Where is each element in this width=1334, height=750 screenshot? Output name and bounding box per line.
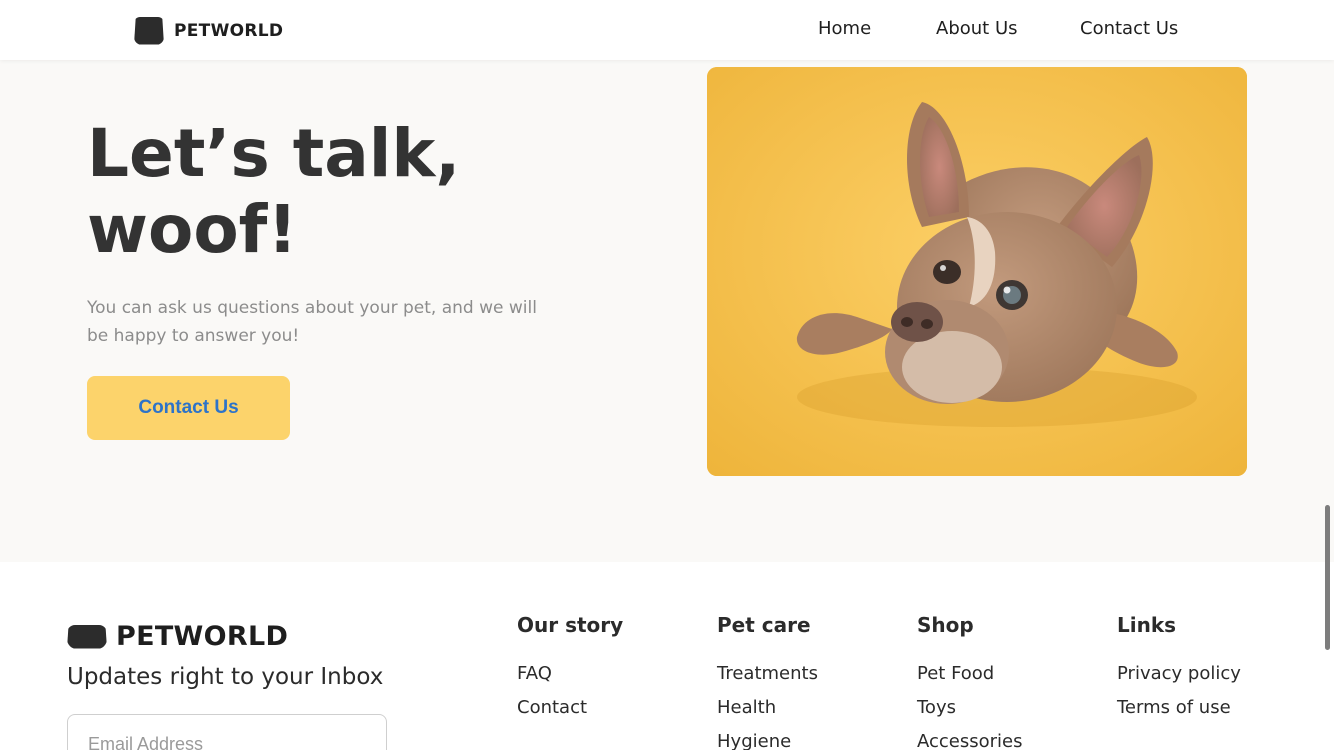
footer-column-title: Shop <box>917 613 974 637</box>
hero-section: Let’s talk, woof! You can ask us questio… <box>0 60 1334 562</box>
footer-brand-name: PETWORLD <box>116 621 289 652</box>
hero-title: Let’s talk, woof! <box>87 115 461 268</box>
scrollbar-thumb[interactable] <box>1325 505 1330 650</box>
footer-column-pet-care: Pet care Treatments Health Hygiene <box>717 613 818 750</box>
contact-us-button[interactable]: Contact Us <box>87 376 290 440</box>
footer-link-pet-food[interactable]: Pet Food <box>917 657 1023 691</box>
footer-column-our-story: Our story FAQ Contact <box>517 613 623 725</box>
hero-description: You can ask us questions about your pet,… <box>87 298 537 346</box>
footer-tagline: Updates right to your Inbox <box>67 664 384 690</box>
footer-link-treatments[interactable]: Treatments <box>717 657 818 691</box>
footer-column-title: Our story <box>517 613 624 637</box>
footer-column-shop: Shop Pet Food Toys Accessories <box>917 613 1023 750</box>
footer-link-list: FAQ Contact <box>517 657 623 725</box>
footer-link-terms-of-use[interactable]: Terms of use <box>1117 691 1241 725</box>
footer-link-toys[interactable]: Toys <box>917 691 1023 725</box>
nav-links: Home About Us Contact Us <box>0 18 1334 42</box>
footer-link-privacy-policy[interactable]: Privacy policy <box>1117 657 1241 691</box>
dog-illustration <box>707 67 1247 476</box>
footer-link-faq[interactable]: FAQ <box>517 657 623 691</box>
footer-link-contact[interactable]: Contact <box>517 691 623 725</box>
petworld-logo-icon <box>67 624 107 649</box>
footer-column-links: Links Privacy policy Terms of use <box>1117 613 1241 725</box>
footer-link-list: Privacy policy Terms of use <box>1117 657 1241 725</box>
footer-link-hygiene[interactable]: Hygiene <box>717 725 818 750</box>
email-address-input[interactable] <box>67 714 387 750</box>
footer-column-title: Links <box>1117 613 1177 637</box>
french-bulldog-photo <box>707 67 1247 476</box>
page-scrollbar[interactable] <box>1320 0 1334 750</box>
nav-link-home[interactable]: Home <box>818 18 871 39</box>
top-nav: PETWORLD Home About Us Contact Us <box>0 0 1334 60</box>
footer-link-health[interactable]: Health <box>717 691 818 725</box>
nav-link-about-us[interactable]: About Us <box>936 18 1018 39</box>
footer-brand[interactable]: PETWORLD <box>67 621 288 652</box>
footer-link-accessories[interactable]: Accessories <box>917 725 1023 750</box>
footer: PETWORLD Updates right to your Inbox Our… <box>0 562 1334 750</box>
footer-link-list: Treatments Health Hygiene <box>717 657 818 750</box>
footer-column-title: Pet care <box>717 613 811 637</box>
nav-link-contact-us[interactable]: Contact Us <box>1080 18 1178 39</box>
footer-link-list: Pet Food Toys Accessories <box>917 657 1023 750</box>
